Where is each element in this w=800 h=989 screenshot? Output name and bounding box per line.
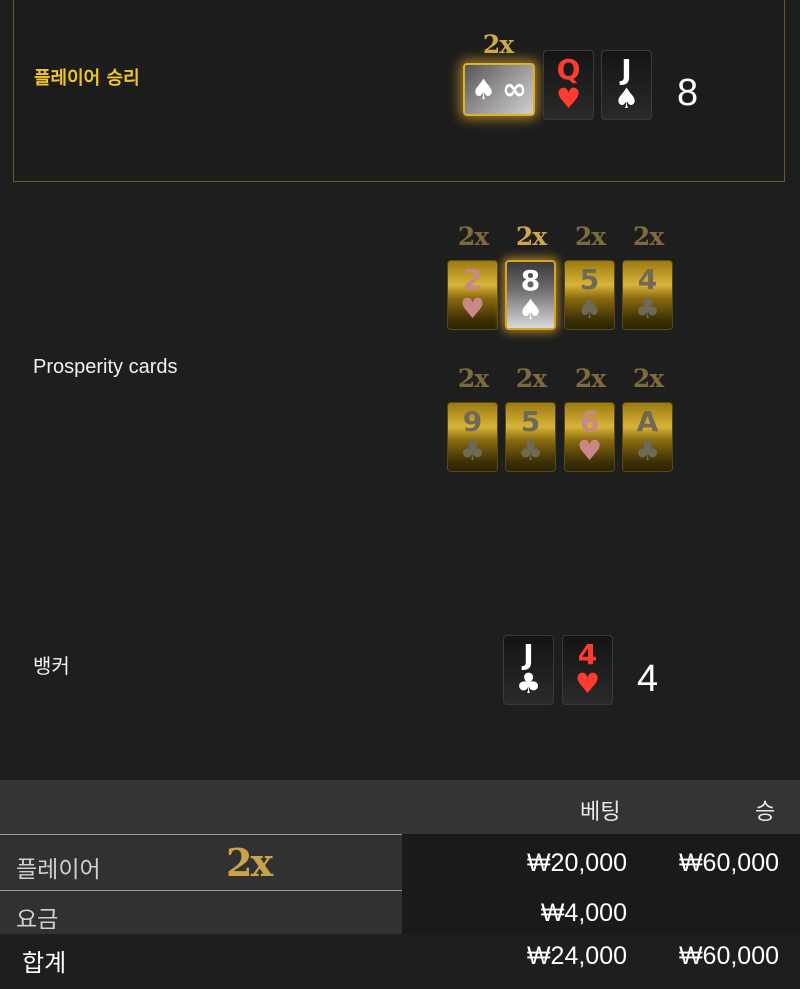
club-icon: ♣ [515, 667, 542, 700]
heart-icon: ♥ [576, 434, 603, 467]
player-card-1: Q ♥ [543, 50, 594, 120]
prosperity-card: 6 ♥ [564, 402, 615, 472]
prosperity-multiplier: 2x [457, 222, 489, 251]
card-rank: 6 [579, 405, 600, 438]
fee-row-label-cell [0, 890, 402, 934]
header-bet: 베팅 [580, 799, 621, 824]
header-win: 승 [755, 799, 776, 824]
prosperity-card: 9 ♣ [447, 402, 498, 472]
row-win-total: ₩60,000 [678, 942, 779, 970]
prosperity-multiplier: 2x [515, 364, 547, 393]
banker-card-1: J ♣ [503, 635, 554, 705]
prosperity-card: 5 ♠ [564, 260, 615, 330]
banker-card-2: 4 ♥ [562, 635, 613, 705]
row-multiplier: 2x [226, 840, 273, 885]
prosperity-multiplier: 2x [574, 364, 606, 393]
prosperity-label: Prosperity cards [33, 356, 178, 378]
card-rank: 4 [637, 263, 658, 296]
card-rank: A [636, 405, 659, 438]
player-score: 8 [677, 72, 699, 114]
card-rank: 5 [579, 263, 600, 296]
row-label-total: 합계 [22, 950, 67, 977]
player-win-panel [13, 0, 785, 182]
heart-icon: ♥ [574, 667, 601, 700]
prosperity-multiplier: 2x [632, 222, 664, 251]
row-bet-total: ₩24,000 [526, 942, 627, 970]
prosperity-card: 2 ♥ [447, 260, 498, 330]
card-rank: 8 [520, 264, 541, 297]
heart-icon: ♥ [555, 82, 582, 115]
infinity-icon: ∞ [502, 72, 528, 107]
card-rank: 4 [577, 638, 598, 671]
card-rank: 2 [462, 263, 483, 296]
summary-header [0, 780, 800, 834]
prosperity-multiplier: 2x [515, 222, 547, 251]
card-rank: J [523, 638, 534, 671]
card-rank: J [621, 53, 632, 86]
banker-label: 뱅커 [33, 656, 70, 678]
prosperity-card: 8 ♠ [505, 260, 556, 330]
club-icon: ♣ [459, 434, 486, 467]
bonus-multiplier: 2x [482, 30, 514, 59]
prosperity-multiplier: 2x [632, 364, 664, 393]
club-icon: ♣ [517, 434, 544, 467]
prosperity-card: 5 ♣ [505, 402, 556, 472]
banker-score: 4 [637, 658, 659, 700]
prosperity-card: A ♣ [622, 402, 673, 472]
player-card-2: J ♠ [601, 50, 652, 120]
spade-icon: ♠ [576, 292, 603, 325]
spade-icon: ♠ [613, 82, 640, 115]
club-icon: ♣ [634, 434, 661, 467]
row-bet-player: ₩20,000 [526, 849, 627, 877]
bonus-card: ♠ ∞ [463, 63, 535, 116]
row-bet-fee: ₩4,000 [540, 899, 627, 927]
card-rank: Q [556, 53, 581, 86]
player-win-label: 플레이어 승리 [34, 68, 140, 89]
row-win-player: ₩60,000 [678, 849, 779, 877]
club-icon: ♣ [634, 292, 661, 325]
card-rank: 5 [520, 405, 541, 438]
row-label-player: 플레이어 [16, 856, 101, 882]
prosperity-card: 4 ♣ [622, 260, 673, 330]
card-rank: 9 [462, 405, 483, 438]
row-label-fee: 요금 [16, 906, 59, 932]
prosperity-multiplier: 2x [457, 364, 489, 393]
prosperity-multiplier: 2x [574, 222, 606, 251]
spade-icon: ♠ [470, 73, 497, 106]
heart-icon: ♥ [459, 292, 486, 325]
spade-icon: ♠ [517, 293, 544, 326]
